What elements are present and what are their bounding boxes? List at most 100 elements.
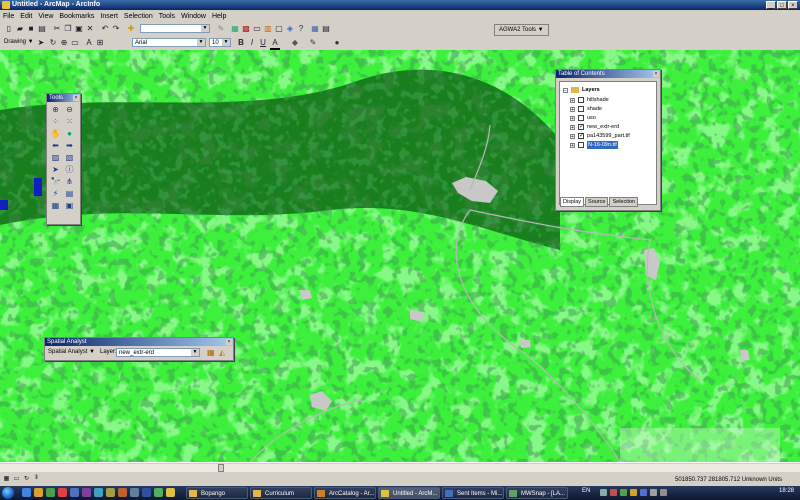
zoom-to-selected-icon[interactable]: ⊕ <box>59 38 69 48</box>
layer-visibility-checkbox[interactable]: ✓ <box>578 124 584 130</box>
close-icon[interactable]: × <box>653 71 659 77</box>
outlook-quicklaunch-icon[interactable] <box>70 488 79 497</box>
tab-source[interactable]: Source <box>585 197 609 207</box>
taskbar-item[interactable]: Curriculum <box>250 487 312 499</box>
menu-item-help[interactable]: Help <box>209 13 229 20</box>
app-quicklaunch-icon[interactable] <box>58 488 67 497</box>
chevron-down-icon[interactable]: ▼ <box>222 39 230 46</box>
minimize-button[interactable]: _ <box>766 1 776 9</box>
toc-title[interactable]: Table of Contents × <box>556 70 660 78</box>
layer-visibility-checkbox[interactable] <box>578 106 584 112</box>
zoom-out-icon[interactable]: ⊖ <box>63 104 76 115</box>
hyperlink-icon[interactable]: ⚡ <box>49 188 62 199</box>
font-color-button[interactable]: A <box>270 38 280 50</box>
delete-icon[interactable]: ✕ <box>85 24 95 34</box>
undo-icon[interactable]: ↶ <box>100 24 110 34</box>
menu-item-file[interactable]: File <box>0 13 17 20</box>
select-elements-icon[interactable]: ➤ <box>36 38 46 48</box>
identify-icon[interactable]: ⓘ <box>63 164 76 175</box>
taskbar-item[interactable]: Sent Items - Mi... <box>442 487 504 499</box>
menu-item-bookmarks[interactable]: Bookmarks <box>56 13 97 20</box>
language-indicator[interactable]: EN <box>582 488 590 494</box>
forward-icon[interactable]: ➡ <box>63 140 76 151</box>
toc-layer-item-selected[interactable]: + N-16-09n.tif <box>570 141 618 149</box>
scrollbar-thumb[interactable] <box>218 464 224 472</box>
spatial-analyst-layer-combo[interactable]: new_extr-erd ▼ <box>116 348 200 357</box>
clear-selection-icon[interactable]: ▧ <box>63 152 76 163</box>
edit-vertices-icon[interactable]: ⊞ <box>95 38 105 48</box>
close-icon[interactable]: × <box>73 95 79 101</box>
ie-quicklaunch-icon[interactable] <box>22 488 31 497</box>
spatial-analyst-menu[interactable]: Spatial Analyst ▼ <box>48 349 95 355</box>
app6-quicklaunch-icon[interactable] <box>142 488 151 497</box>
start-button[interactable] <box>2 487 14 499</box>
full-extent-icon[interactable]: ● <box>63 128 76 139</box>
graph-icon[interactable]: ▦ <box>310 24 320 34</box>
rotate-icon[interactable]: ↻ <box>48 38 58 48</box>
tab-display[interactable]: Display <box>560 197 585 207</box>
menu-item-edit[interactable]: Edit <box>17 13 35 20</box>
underline-button[interactable]: U <box>258 38 268 48</box>
open-folder-icon[interactable]: ▰ <box>15 24 25 34</box>
map-display[interactable]: Tools × ⊕ ⊖ ⁘ ⁙ ✋ ● ⬅ ➡ ▨ ▧ ➤ ⓘ 🔭 ⋔ ⚡ ▤ ▦… <box>0 50 800 462</box>
pause-drawing-icon[interactable]: ‖ <box>32 475 41 483</box>
layer-visibility-checkbox[interactable] <box>578 142 584 148</box>
explorer-quicklaunch-icon[interactable] <box>34 488 43 497</box>
taskbar-item-active[interactable]: Untitled - ArcM... <box>378 487 440 499</box>
tray-icon[interactable] <box>610 489 617 496</box>
taskbar-item[interactable]: ArcCatalog - Ar... <box>314 487 376 499</box>
toc-root-layers[interactable]: − Layers <box>563 86 600 94</box>
taskbar-item[interactable]: MWSnap - [LA... <box>506 487 568 499</box>
line-color-icon[interactable]: ✎ <box>308 38 318 48</box>
find-icon[interactable]: 🔭 <box>49 176 62 187</box>
app5-quicklaunch-icon[interactable] <box>130 488 139 497</box>
taskbar-item[interactable]: Bopango <box>186 487 248 499</box>
fixed-zoom-in-icon[interactable]: ⁘ <box>49 116 62 127</box>
toc-layer-item[interactable]: + shade <box>570 105 602 113</box>
chevron-down-icon[interactable]: ▼ <box>201 25 209 32</box>
italic-button[interactable]: I <box>247 38 257 48</box>
menu-item-tools[interactable]: Tools <box>156 13 178 20</box>
redo-icon[interactable]: ↷ <box>111 24 121 34</box>
time-slider-icon[interactable]: ▦ <box>49 200 62 211</box>
marker-color-icon[interactable]: ● <box>332 38 342 48</box>
expand-icon[interactable]: + <box>570 133 575 139</box>
menu-item-window[interactable]: Window <box>178 13 209 20</box>
spatial-analyst-title[interactable]: Spatial Analyst × <box>45 338 233 346</box>
chevron-down-icon[interactable]: ▼ <box>197 39 205 46</box>
toc-layer-item[interactable]: + uso <box>570 114 596 122</box>
horizontal-scrollbar[interactable] <box>0 464 800 472</box>
model-builder-icon[interactable]: ▢ <box>274 24 284 34</box>
data-view-icon[interactable]: ▦ <box>2 475 11 483</box>
whats-this-icon[interactable]: ? <box>296 24 306 34</box>
app3-quicklaunch-icon[interactable] <box>106 488 115 497</box>
tools-window-title[interactable]: Tools × <box>47 94 80 102</box>
cut-icon[interactable]: ✂ <box>52 24 62 34</box>
command-line-icon[interactable]: ▭ <box>252 24 262 34</box>
agwa2-tools-menu[interactable]: AGWA2 Tools ▼ <box>494 24 549 36</box>
font-name-combo[interactable]: Arial ▼ <box>132 38 206 47</box>
select-features-icon[interactable]: ▨ <box>49 152 62 163</box>
fill-color-icon[interactable]: ◆ <box>290 38 300 48</box>
volume-icon[interactable] <box>660 489 667 496</box>
app8-quicklaunch-icon[interactable] <box>166 488 175 497</box>
show-desktop-icon[interactable] <box>82 488 91 497</box>
new-document-icon[interactable]: ▯ <box>4 24 14 34</box>
layout-view-icon[interactable]: ▭ <box>12 475 21 483</box>
tray-icon[interactable] <box>640 489 647 496</box>
window-title-bar[interactable]: Untitled - ArcMap - ArcInfo _ □ × <box>0 0 800 10</box>
fixed-zoom-out-icon[interactable]: ⁙ <box>63 116 76 127</box>
font-size-combo[interactable]: 10 ▼ <box>209 38 231 47</box>
html-popup-icon[interactable]: ▤ <box>63 188 76 199</box>
layer-visibility-checkbox[interactable]: ✓ <box>578 133 584 139</box>
back-icon[interactable]: ⬅ <box>49 140 62 151</box>
expand-icon[interactable]: + <box>570 97 575 103</box>
python-icon[interactable]: ◈ <box>285 24 295 34</box>
drawing-menu[interactable]: Drawing ▼ <box>4 39 34 45</box>
tray-icon[interactable] <box>600 489 607 496</box>
extra-tool-icon[interactable]: ▤ <box>321 24 331 34</box>
arctoolbox-icon[interactable]: ▦ <box>230 24 240 34</box>
map-scale-combo[interactable]: ▼ <box>140 24 210 33</box>
close-icon[interactable]: × <box>226 339 232 345</box>
app7-quicklaunch-icon[interactable] <box>154 488 163 497</box>
